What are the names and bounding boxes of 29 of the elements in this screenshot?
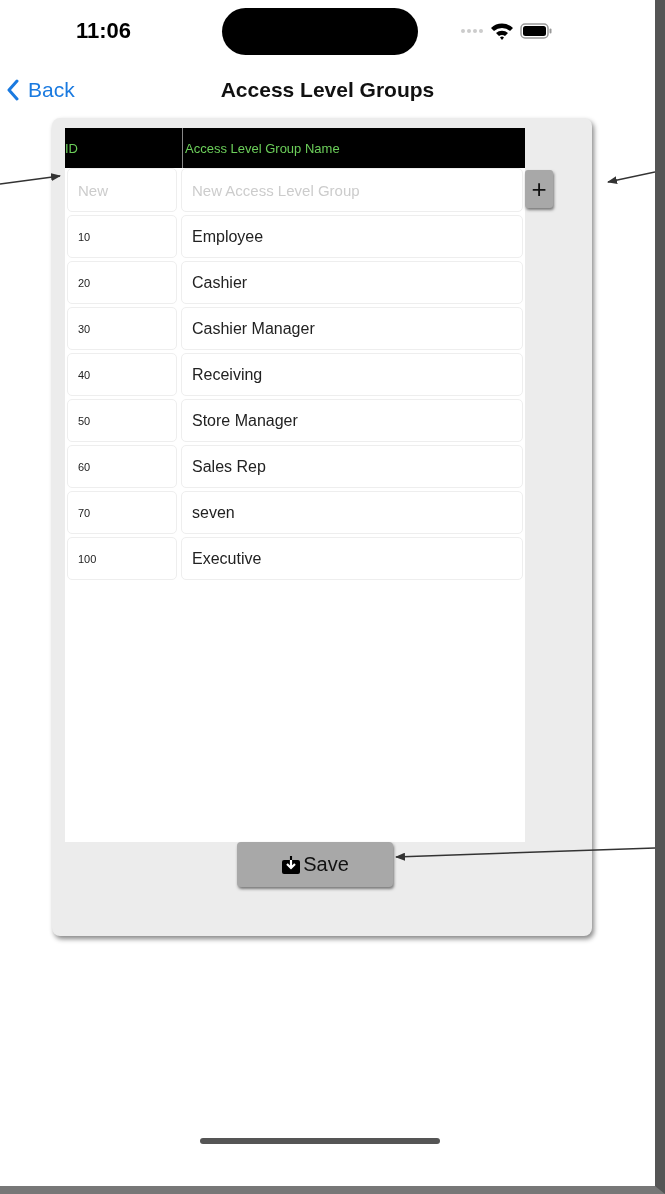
signal-icon: [460, 28, 484, 34]
id-cell: 30: [67, 307, 177, 350]
chevron-left-icon: [6, 79, 20, 101]
name-cell: seven: [181, 491, 523, 534]
id-cell: 70: [67, 491, 177, 534]
name-cell: Store Manager: [181, 399, 523, 442]
add-button[interactable]: +: [525, 170, 553, 208]
id-cell: 60: [67, 445, 177, 488]
page-title: Access Level Groups: [220, 78, 435, 102]
id-cell: 10: [67, 215, 177, 258]
battery-icon: [520, 23, 552, 39]
name-cell: Executive: [181, 537, 523, 580]
wifi-icon: [490, 22, 514, 40]
annotation-arrow: [0, 173, 61, 185]
id-cell: 50: [67, 399, 177, 442]
annotation-arrow: [607, 171, 655, 185]
name-cell: Employee: [181, 215, 523, 258]
save-button[interactable]: Save: [237, 842, 393, 887]
name-cell: Receiving: [181, 353, 523, 396]
id-cell: 40: [67, 353, 177, 396]
name-cell: Cashier: [181, 261, 523, 304]
back-link[interactable]: Back: [6, 78, 75, 102]
name-cell: Sales Rep: [181, 445, 523, 488]
id-cell: 100: [67, 537, 177, 580]
status-time: 11:06: [76, 18, 133, 44]
column-header: Access Level Group Name: [184, 140, 340, 156]
download-icon: [281, 854, 302, 875]
name-cell: Cashier Manager: [181, 307, 523, 350]
id-cell: 20: [67, 261, 177, 304]
